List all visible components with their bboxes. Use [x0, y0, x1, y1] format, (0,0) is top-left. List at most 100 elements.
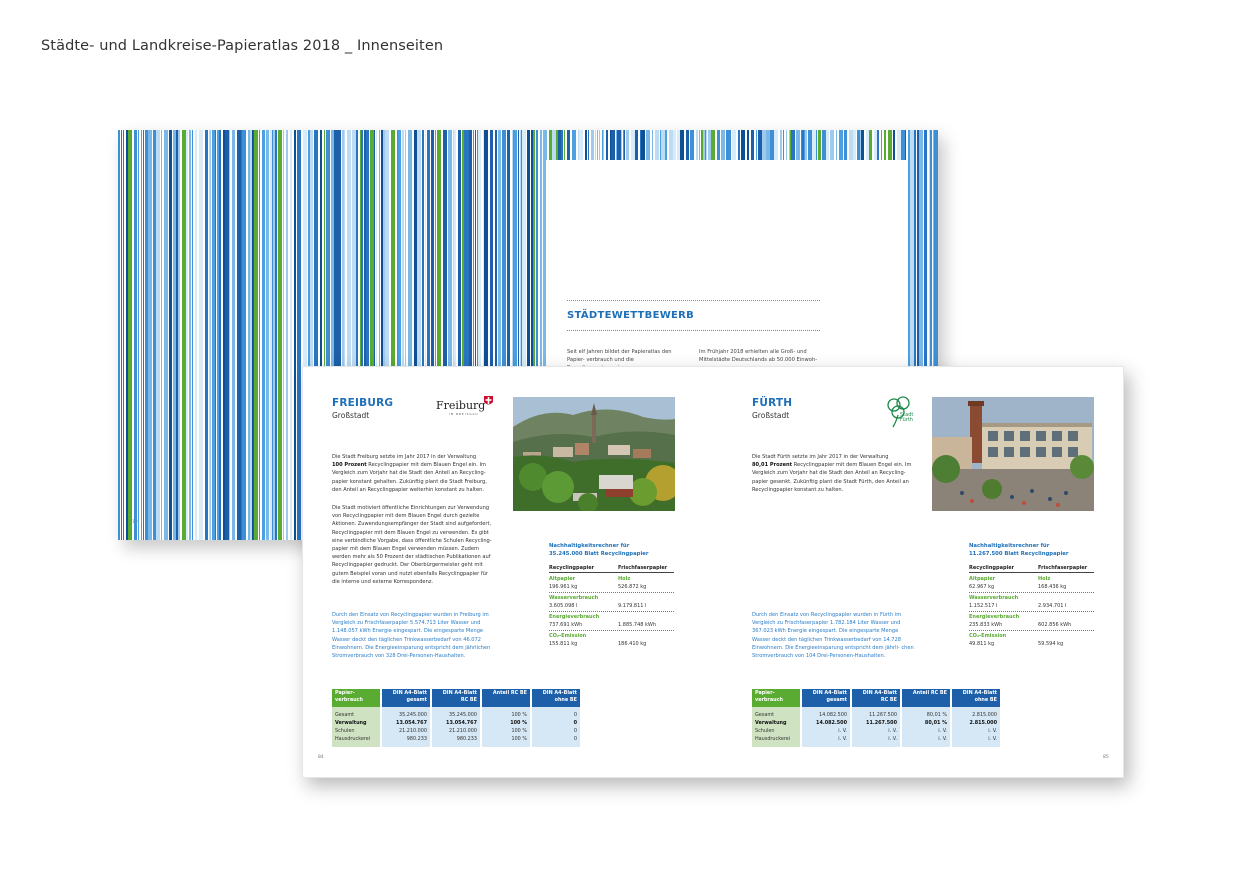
table-header-cell: Papier- verbrauch: [332, 689, 380, 707]
table-cell: 13.054.767: [432, 719, 480, 727]
table-header-cell: DIN A4-Blatt ohne BE: [952, 689, 1000, 707]
dotted-rule: [567, 300, 820, 301]
stripe: [270, 130, 272, 540]
table-cell: i. V.: [852, 727, 900, 735]
freiburg-logo: Freiburg IM BREISGAU: [436, 395, 496, 417]
table-cell: 100 %: [482, 727, 530, 735]
stripe: [278, 130, 282, 540]
stripe: [176, 130, 178, 540]
table-cell: Hausdruckerei: [752, 735, 800, 743]
stripe: [134, 130, 137, 540]
table-cell: 0: [532, 719, 580, 727]
table-cell: i. V.: [952, 727, 1000, 735]
stripe: [283, 130, 284, 540]
stripe: [241, 130, 242, 540]
stripe: [131, 130, 132, 540]
stripe: [273, 130, 275, 540]
stripe: [161, 130, 162, 540]
table-cell: Schulen: [752, 727, 800, 735]
stripe: [153, 130, 156, 540]
table-cell: Verwaltung: [332, 719, 380, 727]
fuerth-savings: Durch den Einsatz von Recyclingpapier wu…: [752, 612, 914, 660]
stripe: [143, 130, 144, 540]
table-row: Schulen i. V. i. V. i. V. i. V.: [752, 727, 1000, 735]
stripe: [286, 130, 288, 540]
stripe: [215, 130, 216, 540]
stripe: [212, 130, 215, 540]
stripe: [118, 130, 120, 540]
sustainability-calculator: Recyclingpapier Frischfaserpapier Altpapi…: [549, 563, 674, 648]
stripe: [232, 130, 235, 540]
table-cell: 100 %: [482, 719, 530, 727]
table-header-cell: DIN A4-Blatt RC BE: [852, 689, 900, 707]
stripe: [217, 130, 219, 540]
freiburg-intro: Die Stadt Freiburg setzte im Jahr 2017 i…: [332, 454, 487, 493]
table-cell: i. V.: [902, 735, 950, 743]
table-row: Gesamt 14.082.500 11.267.500 80,01 % 2.815.0…: [752, 711, 1000, 719]
table-header-cell: Anteil RC BE: [902, 689, 950, 707]
stripe: [123, 130, 124, 540]
city-category: Großstadt: [752, 411, 790, 420]
freiburg-savings: Durch den Einsatz von Recyclingpapier wu…: [332, 612, 491, 660]
calc-title: Nachhaltigkeitsrechner für 11.267.500 Bl…: [969, 543, 1069, 557]
table-header-cell: DIN A4-Blatt gesamt: [382, 689, 430, 707]
table-cell: 80,01 %: [902, 711, 950, 719]
table-row: Hausdruckerei 980.233 980.233 100 % 0: [332, 735, 580, 743]
stripe: [290, 130, 292, 540]
stripe: [148, 130, 152, 540]
fuerth-logo: Stadt Fürth: [883, 395, 917, 429]
stripe: [121, 130, 122, 540]
table-cell: 14.082.500: [802, 719, 850, 727]
stripe: [186, 130, 188, 540]
table-cell: 21.210.000: [432, 727, 480, 735]
stripe: [126, 130, 128, 540]
stripe: [297, 130, 301, 540]
table-header-cell: DIN A4-Blatt RC BE: [432, 689, 480, 707]
table-cell: 0: [532, 735, 580, 743]
table-header-cell: Anteil RC BE: [482, 689, 530, 707]
table-cell: i. V.: [852, 735, 900, 743]
table-cell: 2.815.000: [952, 719, 1000, 727]
stripe: [253, 130, 254, 540]
stripe: [223, 130, 225, 540]
sustainability-calculator: Recyclingpapier Frischfaserpapier Altpapi…: [969, 563, 1094, 648]
table-cell: Hausdruckerei: [332, 735, 380, 743]
table-cell: 80,01 %: [902, 719, 950, 727]
table-cell: 980.233: [432, 735, 480, 743]
stripe: [178, 130, 180, 540]
stripe: [262, 130, 265, 540]
table-cell: 100 %: [482, 711, 530, 719]
stripe: [272, 130, 273, 540]
table-cell: 11.267.500: [852, 719, 900, 727]
stripe: [182, 130, 186, 540]
table-cell: i. V.: [902, 727, 950, 735]
stripe: [257, 130, 258, 540]
stripe: [156, 130, 160, 540]
back-intro-right: Im Frühjahr 2018 erhielten alle Groß- un…: [699, 349, 818, 363]
table-cell: Verwaltung: [752, 719, 800, 727]
stripe: [275, 130, 277, 540]
stripe: [219, 130, 221, 540]
stripe: [128, 130, 131, 540]
page-number-right: 85: [1103, 755, 1109, 760]
stripe: [209, 130, 210, 540]
table-cell: i. V.: [802, 727, 850, 735]
stripe: [225, 130, 229, 540]
stripe: [141, 130, 142, 540]
stripe: [199, 130, 203, 540]
stripe: [169, 130, 172, 540]
paper-usage-table: Papier- verbrauch DIN A4-Blatt gesamt DIN …: [332, 689, 580, 747]
paper-usage-table: Papier- verbrauch DIN A4-Blatt gesamt DIN …: [752, 689, 1000, 747]
stripe: [173, 130, 176, 540]
fuerth-intro: Die Stadt Fürth setzte im Jahr 2017 in d…: [752, 454, 912, 493]
table-cell: 100 %: [482, 735, 530, 743]
table-cell: 35.245.000: [382, 711, 430, 719]
city-category: Großstadt: [332, 411, 370, 420]
fuerth-photo: [932, 397, 1094, 511]
stripe: [205, 130, 208, 540]
table-cell: 980.233: [382, 735, 430, 743]
coat-of-arms-icon: [484, 396, 493, 405]
stripe: [248, 130, 250, 540]
city-hall-image: [932, 397, 1094, 511]
stripe: [250, 130, 252, 540]
